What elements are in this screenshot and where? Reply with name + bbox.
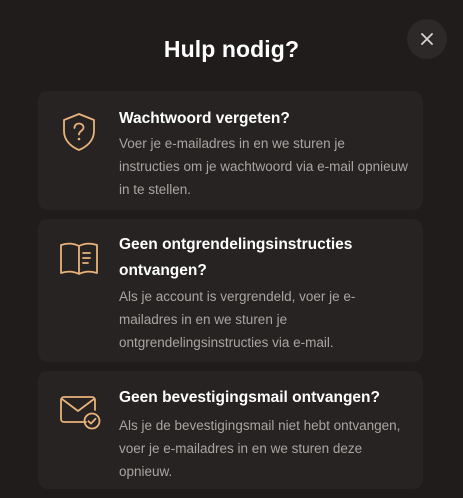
unlock-instructions-card[interactable]: Geen ontgrendelingsinstructies ontvangen… [38, 219, 423, 362]
card-title: Geen ontgrendelingsinstructies ontvangen… [119, 236, 353, 279]
help-dialog: Hulp nodig? Wachtwoord vergeten? Voer je… [0, 0, 463, 498]
confirmation-email-card[interactable]: Geen bevestigingsmail ontvangen? Als je … [38, 371, 423, 489]
dialog-title: Hulp nodig? [163, 36, 300, 62]
forgot-password-card[interactable]: Wachtwoord vergeten? Voer je e-mailadres… [38, 91, 423, 210]
envelope-check-icon [60, 396, 101, 430]
card-description: Als je account is vergrendeld, voer je e… [119, 289, 356, 350]
shield-question-icon [63, 113, 95, 151]
book-icon [60, 242, 98, 275]
card-description: Voer je e-mailadres in en we sturen je i… [119, 136, 408, 197]
card-title: Wachtwoord vergeten? [119, 110, 290, 127]
card-description: Als je de bevestigingsmail niet hebt ont… [119, 418, 401, 479]
card-title: Geen bevestigingsmail ontvangen? [119, 389, 380, 406]
